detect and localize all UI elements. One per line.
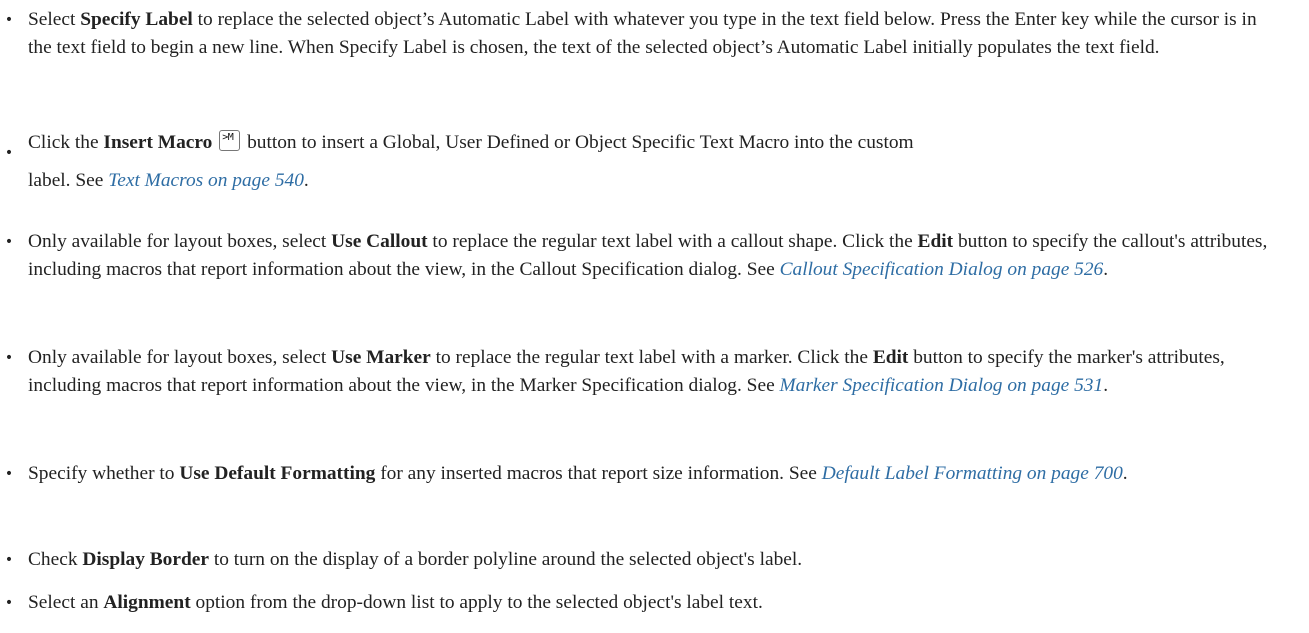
text-run: to turn on the display of a border polyl…	[208, 549, 803, 570]
bullet-icon: •	[4, 466, 14, 482]
text-run: Check	[28, 549, 83, 570]
bullet-icon: •	[4, 595, 14, 611]
text-run: Select an	[28, 592, 104, 613]
text-run: Only available for layout boxes, select	[28, 347, 332, 368]
list-item-text: Only available for layout boxes, select …	[28, 228, 1283, 284]
text-run: Select	[28, 9, 81, 30]
list-item-text: Specify whether to Use Default Formattin…	[28, 460, 1283, 488]
text-run: for any inserted macros that report size…	[375, 463, 822, 484]
text-run: to replace the regular text label with a…	[427, 231, 918, 252]
bullet-icon: •	[4, 552, 14, 568]
list-item-text: Only available for layout boxes, select …	[28, 344, 1283, 400]
list-item-use-callout: • Only available for layout boxes, selec…	[5, 228, 1283, 284]
insert-macro-icon-glyph: >M	[222, 132, 234, 143]
list-item-use-marker: • Only available for layout boxes, selec…	[5, 344, 1283, 400]
list-item-text: Check Display Border to turn on the disp…	[28, 546, 1283, 574]
list-item-text-line2: label. See Text Macros on page 540.	[28, 167, 1283, 195]
ui-term-alignment: Alignment	[103, 592, 191, 613]
text-run: to replace the regular text label with a…	[430, 347, 873, 368]
ui-term-insert-macro: Insert Macro	[103, 132, 213, 153]
text-run: label. See	[28, 170, 109, 191]
list-item-alignment: • Select an Alignment option from the dr…	[5, 589, 1283, 617]
text-run: .	[1103, 259, 1109, 280]
bullet-icon: •	[4, 234, 14, 250]
link-callout-specification-dialog[interactable]: Callout Specification Dialog on page 526	[780, 259, 1104, 280]
text-run: Click the	[28, 132, 104, 153]
list-item-insert-macro: • Click the Insert Macro >M button to in…	[5, 129, 1283, 195]
ui-term-use-default-formatting: Use Default Formatting	[179, 463, 376, 484]
ui-term-specify-label: Specify Label	[80, 9, 193, 30]
text-run: Only available for layout boxes, select	[28, 231, 332, 252]
list-item-use-default-formatting: • Specify whether to Use Default Formatt…	[5, 460, 1283, 488]
list-item-display-border: • Check Display Border to turn on the di…	[5, 546, 1283, 574]
text-run: .	[1103, 375, 1109, 396]
text-run: .	[303, 170, 309, 191]
document-page: • Select Specify Label to replace the se…	[0, 0, 1309, 633]
list-item-text: Select Specify Label to replace the sele…	[28, 6, 1283, 62]
list-item-text: Select an Alignment option from the drop…	[28, 589, 1283, 617]
text-run: to replace the selected object’s Automat…	[28, 9, 1257, 58]
insert-macro-icon: >M	[219, 130, 241, 151]
ui-term-use-marker: Use Marker	[331, 347, 431, 368]
text-run: button to insert a Global, User Defined …	[242, 132, 914, 153]
bullet-icon: •	[4, 145, 14, 161]
list-item-specify-label: • Select Specify Label to replace the se…	[5, 6, 1283, 62]
text-run: Specify whether to	[28, 463, 180, 484]
text-run: .	[1122, 463, 1128, 484]
link-marker-specification-dialog[interactable]: Marker Specification Dialog on page 531	[780, 375, 1104, 396]
ui-term-edit: Edit	[872, 347, 909, 368]
ui-term-display-border: Display Border	[82, 549, 209, 570]
bullet-icon: •	[4, 12, 14, 28]
ui-term-use-callout: Use Callout	[331, 231, 428, 252]
text-run: option from the drop-down list to apply …	[190, 592, 763, 613]
bullet-icon: •	[4, 350, 14, 366]
link-default-label-formatting[interactable]: Default Label Formatting on page 700	[822, 463, 1123, 484]
list-item-text: Click the Insert Macro >M button to inse…	[28, 129, 1283, 157]
link-text-macros[interactable]: Text Macros on page 540	[108, 170, 304, 191]
ui-term-edit: Edit	[917, 231, 954, 252]
